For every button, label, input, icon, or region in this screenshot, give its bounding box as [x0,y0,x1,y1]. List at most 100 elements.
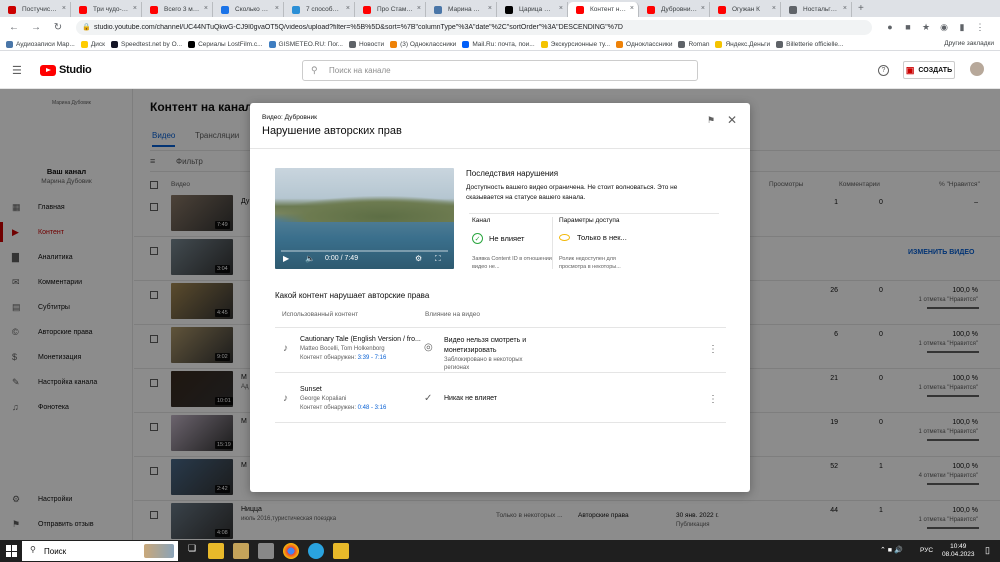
browser-tab[interactable]: Про Стамбул × [355,2,426,17]
other-bookmarks[interactable]: Другие закладки [944,40,994,47]
app-icon[interactable] [233,543,249,559]
fullscreen-icon[interactable]: ⛶ [435,254,441,264]
bookmark-item[interactable]: Новости [348,40,384,48]
studio-logo[interactable]: Studio [40,64,92,76]
sidebar-icon[interactable]: ▮ [956,20,968,34]
divider [469,213,719,214]
avatar[interactable] [970,62,984,76]
help-icon[interactable]: ? [878,65,889,76]
browser-tab[interactable]: Царица Сава × [497,2,568,17]
favicon-icon [718,6,726,14]
telegram-icon[interactable] [308,543,324,559]
browser-tab[interactable]: 7 способов с × [284,2,355,17]
bookmark-item[interactable]: GISMETEO.RU: Пог... [268,40,343,48]
bookmark-favicon-icon [390,40,398,48]
browser-tab-label: Огужан К [732,6,760,13]
close-tab-icon[interactable]: × [772,5,776,12]
bookmark-label: Billetterie officielle... [786,40,844,48]
app-icon[interactable] [258,543,274,559]
play-icon[interactable]: ▶ [283,254,289,263]
puzzle-icon[interactable]: ★ [920,20,932,34]
bookmark-favicon-icon [268,40,276,48]
address-bar[interactable]: 🔒 studio.youtube.com/channel/UC44NTuQkwG… [76,20,872,35]
close-tab-icon[interactable]: × [275,5,279,12]
notifications-icon[interactable]: ▯ [985,545,990,556]
volume-icon[interactable]: 🔈 [305,254,315,263]
menu-icon[interactable]: ⋮ [974,20,986,34]
access-impact-status: Только в нек... [577,233,627,242]
browser-tab[interactable]: Всего 3 мину × [142,2,213,17]
browser-tab[interactable]: Дубровник - × [639,2,710,17]
taskbar: ⚲ Поиск ❏ ⌃ ■ 🔊 РУС 10:49 08.04.2023 ▯ [0,540,1000,562]
browser-tab[interactable]: Три чудо-упр × [71,2,142,17]
create-button[interactable]: ▣ СОЗДАТЬ [903,61,955,79]
more-options-icon[interactable]: ⋮ [708,344,718,355]
browser-tab[interactable]: Сколько стоя × [213,2,284,17]
browser-tab[interactable]: Огужан К × [710,2,781,17]
close-tab-icon[interactable]: × [62,5,66,12]
chrome-icon[interactable] [283,543,299,559]
claim-found-range[interactable]: 0:48 - 3:16 [358,405,387,411]
close-tab-icon[interactable]: × [630,5,634,12]
close-tab-icon[interactable]: × [204,5,208,12]
taskbar-search[interactable]: ⚲ Поиск [22,541,178,561]
windows-start-icon[interactable] [6,545,18,557]
close-tab-icon[interactable]: × [488,5,492,12]
clock[interactable]: 10:49 08.04.2023 [942,543,975,559]
language-indicator[interactable]: РУС [920,547,933,554]
gear-icon[interactable]: ⚙ [415,254,422,263]
channel-search-input[interactable]: ⚲ Поиск на канале [302,60,698,81]
back-icon[interactable]: ← [6,20,22,36]
hamburger-menu-icon[interactable]: ☰ [12,64,22,77]
bookmark-item[interactable]: Экскурсионные ту... [540,40,610,48]
feedback-flag-icon[interactable]: ⚑ [705,114,717,126]
close-tab-icon[interactable]: × [133,5,137,12]
bookmark-item[interactable]: Speedtest.net by O... [110,40,182,48]
reload-icon[interactable]: ↻ [50,20,66,36]
extension-icon[interactable]: ■ [902,20,914,34]
bookmark-item[interactable]: Billetterie officielle... [776,40,844,48]
bookmark-item[interactable]: Одноклассники [616,40,672,48]
bookmark-item[interactable]: Сериалы LostFilm.c... [188,40,263,48]
search-highlight-image [144,544,174,558]
claim-impact-note: Заблокировано в некоторых регионах [444,357,523,371]
bookmark-item[interactable]: Яндекс.Деньги [715,40,771,48]
bookmark-favicon-icon [462,40,470,48]
search-icon: ⚲ [30,545,36,554]
browser-tab[interactable]: Ностальгия. × [781,2,852,17]
close-tab-icon[interactable]: × [346,5,350,12]
bookmark-item[interactable]: (3) Одноклассники [390,40,456,48]
access-impact: Параметры доступа Только в нек... Ролик … [559,217,635,270]
app-icon[interactable] [333,543,349,559]
file-explorer-icon[interactable] [208,543,224,559]
bookmark-item[interactable]: Диск [80,40,105,48]
profile-icon[interactable]: ◉ [938,20,950,34]
new-tab-icon[interactable]: + [858,3,864,14]
bookmark-label: Яндекс.Деньги [725,40,771,48]
more-options-icon[interactable]: ⋮ [708,394,718,405]
close-tab-icon[interactable]: × [559,5,563,12]
task-view-icon[interactable]: ❏ [184,543,200,559]
browser-tab[interactable]: Марина Дубо × [426,2,497,17]
claim-impact: Никак не влияет [444,395,497,402]
video-player[interactable]: ▶ 🔈 0:00 / 7:49 ⚙ ⛶ [275,168,454,269]
tray-icons[interactable]: ⌃ ■ 🔊 [880,546,903,554]
claim-found-range[interactable]: 3:39 - 7:16 [358,355,387,361]
bookmark-item[interactable]: Mail.Ru: почта, пои... [462,40,535,48]
close-tab-icon[interactable]: × [417,5,421,12]
close-tab-icon[interactable]: × [701,5,705,12]
extension-icon[interactable]: ● [884,20,896,34]
browser-tab[interactable]: Контент на к × [568,2,639,17]
bookmark-item[interactable]: Аудиозаписи Мар... [6,40,75,48]
close-tab-icon[interactable]: × [843,5,847,12]
bookmark-item[interactable]: Roman [678,40,709,48]
claim-found-label: Контент обнаружен: [300,405,356,411]
close-icon[interactable]: ✕ [725,113,739,127]
forward-icon[interactable]: → [28,20,44,36]
clock-date: 08.04.2023 [942,551,975,558]
browser-tab[interactable]: Постучись в × [0,2,71,17]
bookmark-favicon-icon [6,40,13,48]
channel-impact-status-row: ✓ Не влияет [472,233,524,244]
browser-tab-label: Постучись в [22,6,58,13]
player-progress-bar[interactable] [281,250,448,252]
